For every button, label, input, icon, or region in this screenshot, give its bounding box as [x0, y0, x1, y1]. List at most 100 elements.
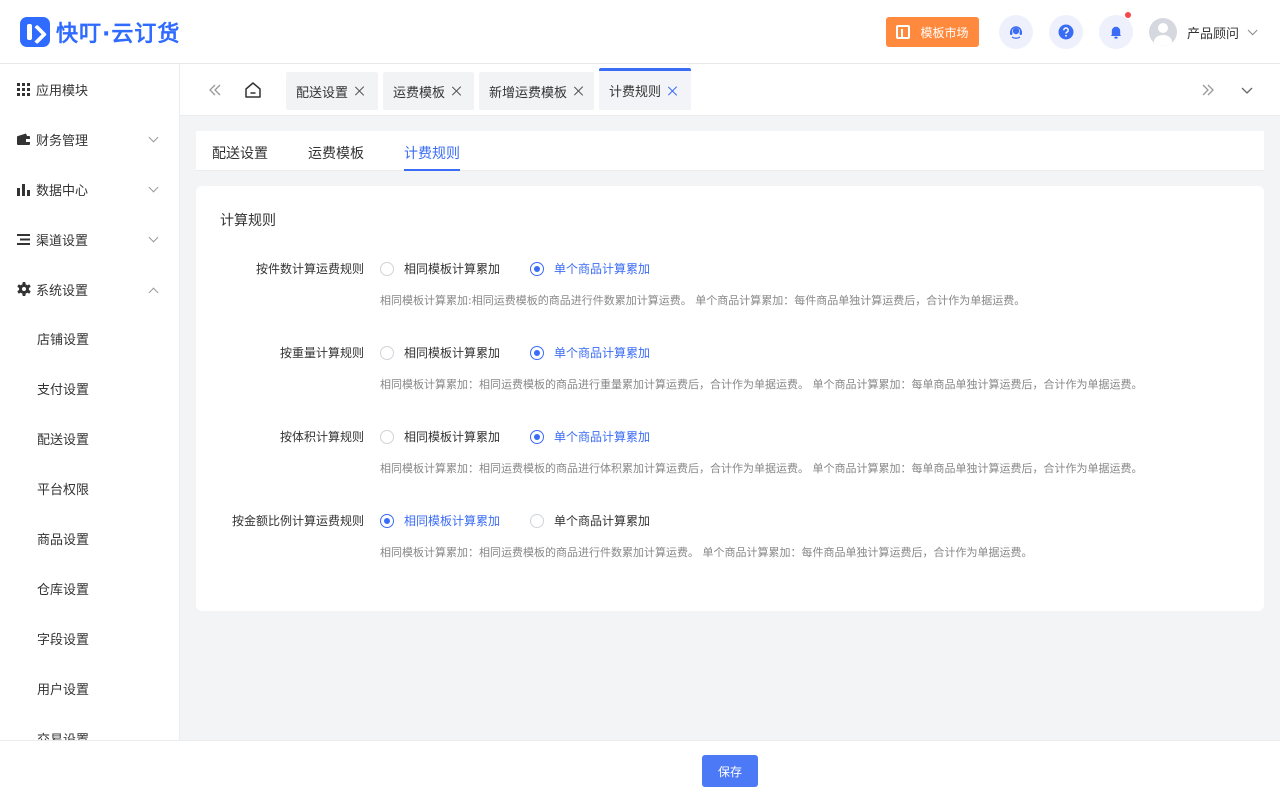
radio-label: 单个商品计算累加	[554, 430, 651, 444]
rule-3-single-radio[interactable]: 单个商品计算累加	[530, 512, 650, 529]
sidebar-subitem-label: 支付设置	[37, 382, 90, 398]
sidebar-subitem-store[interactable]: 店铺设置	[0, 313, 179, 363]
rule-label: 按件数计算运费规则	[255, 262, 364, 276]
rule-2-single-radio[interactable]: 单个商品计算累加	[530, 428, 650, 445]
radio-dot	[530, 513, 544, 528]
user-name: 产品顾问	[1187, 26, 1240, 42]
card-title: 计算规则	[220, 213, 276, 229]
avatar	[1149, 18, 1177, 46]
logo[interactable]: 快叮·云订货	[20, 17, 180, 47]
sidebar-subitem-delivery[interactable]: 配送设置	[0, 413, 179, 463]
grid-icon	[17, 82, 30, 96]
headset-icon	[1010, 26, 1022, 39]
sidebar-subitem-permissions[interactable]: 平台权限	[0, 463, 179, 513]
tab-delivery-settings[interactable]: 配送设置	[286, 72, 378, 110]
rule-0-single-radio[interactable]: 单个商品计算累加	[530, 260, 650, 277]
sidebar-item-data-center[interactable]: 数据中心	[0, 164, 179, 214]
logo-icon	[20, 17, 50, 47]
tab-label: 新增运费模板	[489, 85, 568, 101]
tab-new-freight-template[interactable]: 新增运费模板	[479, 72, 594, 110]
rule-1-same-radio[interactable]: 相同模板计算累加	[380, 344, 500, 361]
chevron-down-icon	[148, 132, 159, 143]
sub-tabs: 配送设置 运费模板 计费规则	[196, 131, 1264, 171]
tab-label: 运费模板	[393, 85, 446, 101]
radio-dot	[380, 261, 394, 276]
sidebar-subitem-products[interactable]: 商品设置	[0, 513, 179, 563]
notification-button[interactable]	[1099, 12, 1133, 49]
help-icon	[1058, 24, 1074, 40]
chevron-up-icon	[148, 287, 159, 298]
rule-0-same-radio[interactable]: 相同模板计算累加	[380, 260, 500, 277]
rule-hint: 相同模板计算累加:相同运费模板的商品进行件数累加计算运费。 单个商品计算累加：每…	[380, 294, 1026, 307]
double-chevron-right-icon[interactable]	[1198, 80, 1218, 100]
help-button[interactable]	[1049, 15, 1083, 49]
rule-3-same-radio[interactable]: 相同模板计算累加	[380, 512, 500, 529]
double-chevron-left-icon[interactable]	[205, 80, 225, 100]
user-menu[interactable]: 产品顾问	[1149, 18, 1258, 46]
sidebar-subitem-fields[interactable]: 字段设置	[0, 613, 179, 663]
logo-text: 快叮·云订货	[56, 22, 181, 47]
list-icon	[17, 233, 30, 245]
radio-label: 单个商品计算累加	[554, 262, 651, 276]
close-icon[interactable]	[452, 86, 462, 96]
home-icon[interactable]	[244, 81, 262, 99]
tab-freight-template[interactable]: 运费模板	[383, 72, 474, 110]
subtab-delivery-settings[interactable]: 配送设置	[212, 143, 268, 171]
sidebar-subitem-label: 字段设置	[37, 632, 90, 648]
bar-chart-icon	[17, 183, 30, 196]
sidebar-item-system-settings[interactable]: 系统设置	[0, 264, 179, 314]
radio-label: 相同模板计算累加	[404, 262, 501, 276]
sidebar-subitem-payment[interactable]: 支付设置	[0, 363, 179, 413]
rule-label: 按体积计算规则	[279, 430, 364, 444]
close-icon[interactable]	[574, 86, 584, 96]
rule-hint: 相同模板计算累加：相同运费模板的商品进行件数累加计算运费。 单个商品计算累加：每…	[380, 546, 1033, 559]
tab-label: 计费规则	[609, 85, 662, 100]
sidebar-subitem-users[interactable]: 用户设置	[0, 663, 179, 713]
sidebar-subitem-trade[interactable]: 交易设置	[0, 713, 179, 741]
radio-label: 相同模板计算累加	[404, 430, 501, 444]
radio-label: 相同模板计算累加	[404, 514, 501, 528]
subtab-billing-rules[interactable]: 计费规则	[404, 143, 460, 171]
sidebar-item-label: 财务管理	[36, 133, 89, 149]
sidebar-subitem-label: 店铺设置	[37, 332, 90, 348]
chevron-down-icon[interactable]	[1237, 80, 1257, 100]
radio-dot	[380, 345, 394, 360]
radio-label: 单个商品计算累加	[554, 514, 651, 528]
sidebar-subitem-label: 配送设置	[37, 432, 90, 448]
radio-dot	[380, 513, 394, 528]
template-icon	[896, 25, 911, 39]
tab-billing-rules[interactable]: 计费规则	[599, 68, 691, 110]
sidebar-item-finance[interactable]: 财务管理	[0, 114, 179, 164]
sidebar-item-channels[interactable]: 渠道设置	[0, 214, 179, 264]
rule-label: 按金额比例计算运费规则	[231, 514, 364, 528]
radio-label: 相同模板计算累加	[404, 346, 501, 360]
footer-bar: 保存	[0, 740, 1280, 800]
customer-service-button[interactable]	[999, 15, 1033, 49]
radio-dot	[380, 429, 394, 444]
sidebar-item-app-modules[interactable]: 应用模块	[0, 64, 179, 114]
sidebar-subitem-label: 仓库设置	[37, 582, 90, 598]
chevron-down-icon	[148, 182, 159, 193]
sidebar-item-label: 系统设置	[36, 283, 89, 299]
save-button[interactable]: 保存	[702, 755, 758, 787]
chevron-down-icon	[1247, 24, 1258, 35]
sidebar-subitem-label: 用户设置	[37, 682, 90, 698]
close-icon[interactable]	[668, 86, 678, 96]
sidebar-subitem-label: 商品设置	[37, 532, 90, 548]
close-icon[interactable]	[355, 86, 365, 96]
template-market-button[interactable]: 模板市场	[886, 17, 979, 47]
app-header: 快叮·云订货 模板市场 产品顾问	[0, 0, 1280, 64]
sidebar-subitem-warehouse[interactable]: 仓库设置	[0, 563, 179, 613]
rule-hint: 相同模板计算累加：相同运费模板的商品进行重量累加计算运费后，合计作为单据运费。 …	[380, 378, 1143, 391]
rule-1-single-radio[interactable]: 单个商品计算累加	[530, 344, 650, 361]
sidebar: 应用模块 财务管理 数据中心 渠道设置 系统设置 店铺设置 支付设置 配送设置 …	[0, 64, 180, 740]
rule-2-same-radio[interactable]: 相同模板计算累加	[380, 428, 500, 445]
wallet-icon	[17, 133, 30, 145]
subtab-freight-template[interactable]: 运费模板	[308, 143, 364, 171]
rules-card: 计算规则 按件数计算运费规则 相同模板计算累加 单个商品计算累加 相同模板计算累…	[196, 186, 1264, 611]
chevron-down-icon	[148, 232, 159, 243]
rule-hint: 相同模板计算累加：相同运费模板的商品进行体积累加计算运费后，合计作为单据运费。 …	[380, 462, 1143, 475]
gear-icon	[17, 282, 31, 296]
radio-label: 单个商品计算累加	[554, 346, 651, 360]
bell-icon	[1111, 26, 1121, 39]
